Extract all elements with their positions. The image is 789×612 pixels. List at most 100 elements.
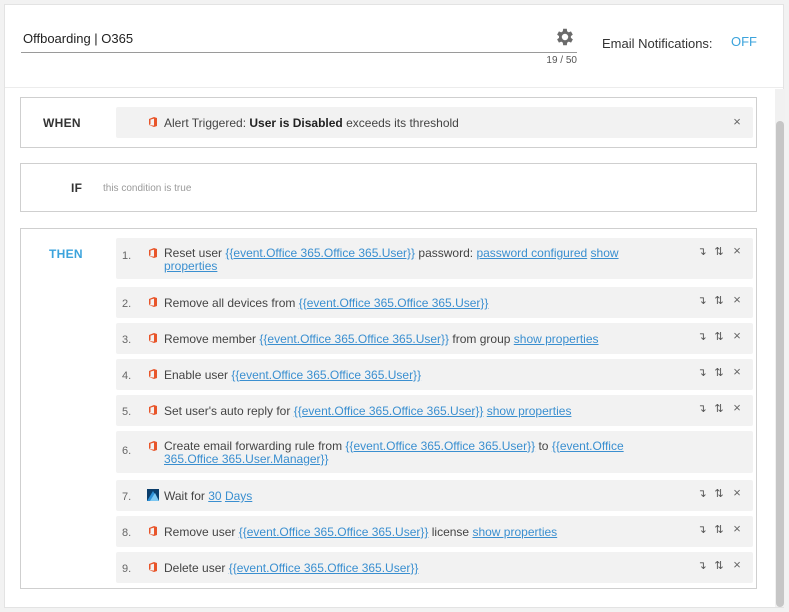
remove-trigger-button[interactable]: × — [731, 115, 743, 128]
when-label: WHEN — [43, 116, 81, 130]
action-row[interactable]: 4. Enable user {{event.Office 365.Office… — [116, 359, 753, 390]
office365-icon — [149, 562, 157, 572]
user-variable-link[interactable]: {{event.Office 365.Office 365.User}} — [299, 296, 489, 310]
action-text: Remove all devices from {{event.Office 3… — [164, 297, 488, 310]
reorder-button[interactable]: ⇅ — [713, 403, 725, 415]
reorder-button[interactable]: ⇅ — [713, 560, 725, 572]
reorder-button[interactable]: ⇅ — [713, 295, 725, 307]
wait-duration-link[interactable]: 30 — [208, 489, 221, 503]
action-text: Remove user {{event.Office 365.Office 36… — [164, 526, 557, 539]
remove-action-button[interactable]: × — [731, 401, 743, 414]
header-divider — [5, 87, 783, 88]
if-section: IF this condition is true — [20, 163, 757, 212]
email-notifications-label: Email Notifications: — [602, 36, 713, 51]
action-text: Reset user {{event.Office 365.Office 365… — [164, 247, 634, 273]
user-variable-link[interactable]: {{event.Office 365.Office 365.User}} — [239, 525, 429, 539]
move-down-button[interactable]: ↴ — [696, 403, 708, 415]
action-text: Wait for 30 Days — [164, 490, 252, 503]
move-down-button[interactable]: ↴ — [696, 524, 708, 536]
show-properties-link-cont[interactable]: properties — [164, 259, 217, 273]
condition-placeholder[interactable]: this condition is true — [103, 183, 191, 194]
action-number: 4. — [122, 370, 132, 382]
user-variable-link[interactable]: {{event.Office 365.Office 365.User}} — [229, 561, 419, 575]
show-properties-link[interactable]: show properties — [514, 332, 599, 346]
remove-action-button[interactable]: × — [731, 244, 743, 257]
remove-action-button[interactable]: × — [731, 522, 743, 535]
action-verb: Delete user — [164, 561, 226, 575]
action-text: Set user's auto reply for {{event.Office… — [164, 405, 571, 418]
move-down-button[interactable]: ↴ — [696, 488, 708, 500]
move-down-button[interactable]: ↴ — [696, 295, 708, 307]
action-verb: Enable user — [164, 368, 229, 382]
trigger-prefix: Alert Triggered: — [164, 116, 247, 130]
reorder-button[interactable]: ⇅ — [713, 331, 725, 343]
trigger-row[interactable]: Alert Triggered: User is Disabled exceed… — [116, 107, 753, 138]
then-section: THEN 1. Reset user {{event.Office 365.Of… — [20, 228, 757, 589]
reorder-button[interactable]: ⇅ — [713, 367, 725, 379]
office365-icon — [149, 117, 157, 127]
move-down-button[interactable]: ↴ — [696, 367, 708, 379]
action-text: Enable user {{event.Office 365.Office 36… — [164, 369, 421, 382]
action-row[interactable]: 3. Remove member {{event.Office 365.Offi… — [116, 323, 753, 354]
user-variable-link[interactable]: {{event.Office 365.Office 365.User}} — [345, 439, 535, 453]
action-number: 7. — [122, 491, 132, 503]
action-connector: from group — [452, 332, 511, 346]
move-down-button[interactable]: ↴ — [696, 246, 708, 258]
user-variable-link[interactable]: {{event.Office 365.Office 365.User}} — [259, 332, 449, 346]
action-row[interactable]: 1. Reset user {{event.Office 365.Office … — [116, 238, 753, 279]
gear-icon[interactable] — [554, 26, 576, 48]
manager-variable-link[interactable]: {{event.Office — [552, 439, 624, 453]
remove-action-button[interactable]: × — [731, 486, 743, 499]
workflow-name-input[interactable] — [21, 25, 577, 53]
password-configured-link[interactable]: password configured — [476, 246, 587, 260]
user-variable-link[interactable]: {{event.Office 365.Office 365.User}} — [294, 404, 484, 418]
action-row[interactable]: 7. Wait for 30 Days ↴ ⇅ × — [116, 480, 753, 511]
reorder-button[interactable]: ⇅ — [713, 488, 725, 500]
action-number: 3. — [122, 334, 132, 346]
remove-action-button[interactable]: × — [731, 293, 743, 306]
email-notifications-toggle[interactable]: OFF — [731, 34, 757, 49]
action-number: 6. — [122, 445, 132, 457]
show-properties-link[interactable]: show — [591, 246, 619, 260]
remove-action-button[interactable]: × — [731, 329, 743, 342]
manager-variable-link-cont[interactable]: 365.Office 365.User.Manager}} — [164, 452, 329, 466]
action-verb: Create email forwarding rule from — [164, 439, 343, 453]
wait-unit-link[interactable]: Days — [225, 489, 252, 503]
then-label: THEN — [49, 247, 83, 261]
action-text: Create email forwarding rule from {{even… — [164, 440, 654, 466]
office365-icon — [149, 526, 157, 536]
trigger-text: Alert Triggered: User is Disabled exceed… — [164, 117, 459, 130]
scrollbar-thumb[interactable] — [776, 121, 784, 607]
azure-icon — [147, 489, 159, 501]
reorder-button[interactable]: ⇅ — [713, 524, 725, 536]
action-number: 9. — [122, 563, 132, 575]
action-verb: Set user's auto reply for — [164, 404, 291, 418]
show-properties-link[interactable]: show properties — [487, 404, 572, 418]
action-row[interactable]: 6. Create email forwarding rule from {{e… — [116, 431, 753, 473]
trigger-alert-name: User is Disabled — [249, 116, 343, 130]
action-verb: Remove member — [164, 332, 257, 346]
action-row[interactable]: 5. Set user's auto reply for {{event.Off… — [116, 395, 753, 426]
user-variable-link[interactable]: {{event.Office 365.Office 365.User}} — [225, 246, 415, 260]
remove-action-button[interactable]: × — [731, 365, 743, 378]
office365-icon — [149, 248, 157, 258]
show-properties-link[interactable]: show properties — [472, 525, 557, 539]
move-down-button[interactable]: ↴ — [696, 331, 708, 343]
action-connector: license — [431, 525, 470, 539]
office365-icon — [149, 405, 157, 415]
move-down-button[interactable]: ↴ — [696, 560, 708, 572]
action-row[interactable]: 2. Remove all devices from {{event.Offic… — [116, 287, 753, 318]
action-number: 1. — [122, 250, 132, 262]
action-row[interactable]: 8. Remove user {{event.Office 365.Office… — [116, 516, 753, 547]
action-verb: Remove all devices from — [164, 296, 296, 310]
when-section: WHEN Alert Triggered: User is Disabled e… — [20, 97, 757, 148]
action-verb: Reset user — [164, 246, 223, 260]
user-variable-link[interactable]: {{event.Office 365.Office 365.User}} — [231, 368, 421, 382]
remove-action-button[interactable]: × — [731, 558, 743, 571]
action-number: 8. — [122, 527, 132, 539]
reorder-button[interactable]: ⇅ — [713, 246, 725, 258]
action-row[interactable]: 9. Delete user {{event.Office 365.Office… — [116, 552, 753, 583]
action-text: Delete user {{event.Office 365.Office 36… — [164, 562, 418, 575]
action-connector: password: — [418, 246, 474, 260]
office365-icon — [149, 297, 157, 307]
